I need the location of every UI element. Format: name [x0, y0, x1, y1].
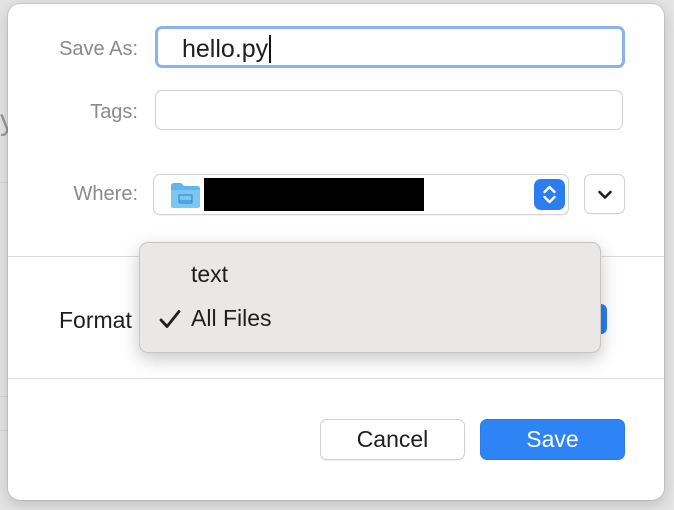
format-popup-menu: text All Files	[139, 242, 601, 353]
tags-input[interactable]	[155, 90, 623, 130]
folder-icon	[171, 183, 200, 208]
where-label: Where:	[73, 183, 138, 205]
save-as-label: Save As:	[59, 38, 138, 60]
redacted-location-name	[204, 178, 424, 211]
chevron-down-icon	[598, 190, 612, 199]
expand-dialog-button[interactable]	[584, 174, 625, 214]
menu-item-text[interactable]: text	[140, 257, 600, 293]
filename-input[interactable]: hello.py	[155, 26, 625, 68]
where-location-select[interactable]	[153, 174, 569, 215]
tags-label: Tags:	[90, 101, 138, 123]
save-button[interactable]: Save	[480, 419, 625, 460]
cancel-button[interactable]: Cancel	[320, 419, 465, 460]
menu-item-label: text	[191, 261, 229, 287]
format-label: Format	[59, 307, 132, 333]
section-divider	[8, 378, 664, 379]
up-down-chevron-icon[interactable]	[534, 179, 565, 210]
text-caret	[269, 35, 271, 63]
menu-item-all-files[interactable]: All Files	[140, 301, 600, 337]
checkmark-icon	[159, 310, 181, 328]
menu-item-label: All Files	[191, 305, 272, 331]
filename-text: hello.py	[182, 35, 269, 63]
